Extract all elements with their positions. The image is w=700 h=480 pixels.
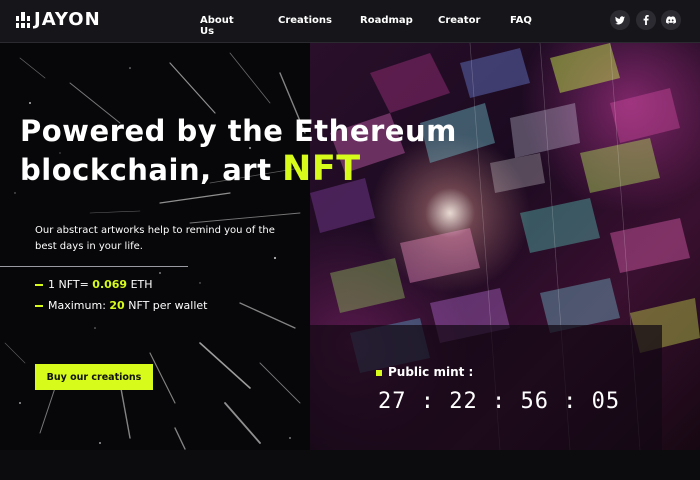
nav-link-creations[interactable]: Creations [278, 15, 332, 26]
mint-countdown: 27 : 22 : 56 : 05 [378, 389, 621, 414]
stat-1-prefix: 1 NFT= [48, 278, 93, 291]
facebook-icon[interactable] [636, 10, 656, 30]
section-divider [0, 266, 188, 267]
headline-line-1: Powered by the Ethereum [20, 114, 457, 148]
nav-link-about[interactable]: About Us [200, 15, 234, 37]
stat-1-value: 0.069 [92, 278, 128, 291]
mint-label: Public mint : [376, 365, 473, 379]
brand-logo[interactable]: JAYON [16, 9, 101, 30]
discord-icon[interactable] [661, 10, 681, 30]
nav-link-creator[interactable]: Creator [438, 15, 480, 26]
nav-link-faq[interactable]: FAQ [510, 15, 532, 26]
stat-2-prefix: Maximum: [48, 299, 110, 312]
headline-line-2: blockchain, art [20, 153, 283, 187]
max-per-wallet-stat: Maximum: 20 NFT per wallet [35, 299, 208, 312]
stat-dash [35, 305, 43, 307]
mint-marker [376, 369, 382, 376]
stat-2-value: 20 [109, 299, 125, 312]
stat-2-suffix: NFT per wallet [124, 299, 208, 312]
public-mint-panel: Public mint : 27 : 22 : 56 : 05 [310, 325, 662, 450]
price-stat: 1 NFT= 0.069 ETH [35, 278, 153, 291]
twitter-icon[interactable] [610, 10, 630, 30]
brand-name: JAYON [34, 9, 101, 30]
stat-dash [35, 284, 43, 286]
top-nav: JAYON About Us Creations Roadmap Creator… [0, 0, 700, 43]
hero-description: Our abstract artworks help to remind you… [35, 225, 275, 252]
page: JAYON About Us Creations Roadmap Creator… [0, 0, 700, 480]
buy-creations-button[interactable]: Buy our creations [35, 364, 153, 390]
stat-1-suffix: ETH [127, 278, 153, 291]
hero-headline: Powered by the Ethereum blockchain, art … [20, 112, 540, 189]
bottom-strip [0, 450, 700, 480]
mint-label-text: Public mint : [388, 365, 474, 379]
nav-link-roadmap[interactable]: Roadmap [360, 15, 413, 26]
headline-highlight: NFT [282, 149, 361, 189]
logo-icon [16, 10, 30, 30]
